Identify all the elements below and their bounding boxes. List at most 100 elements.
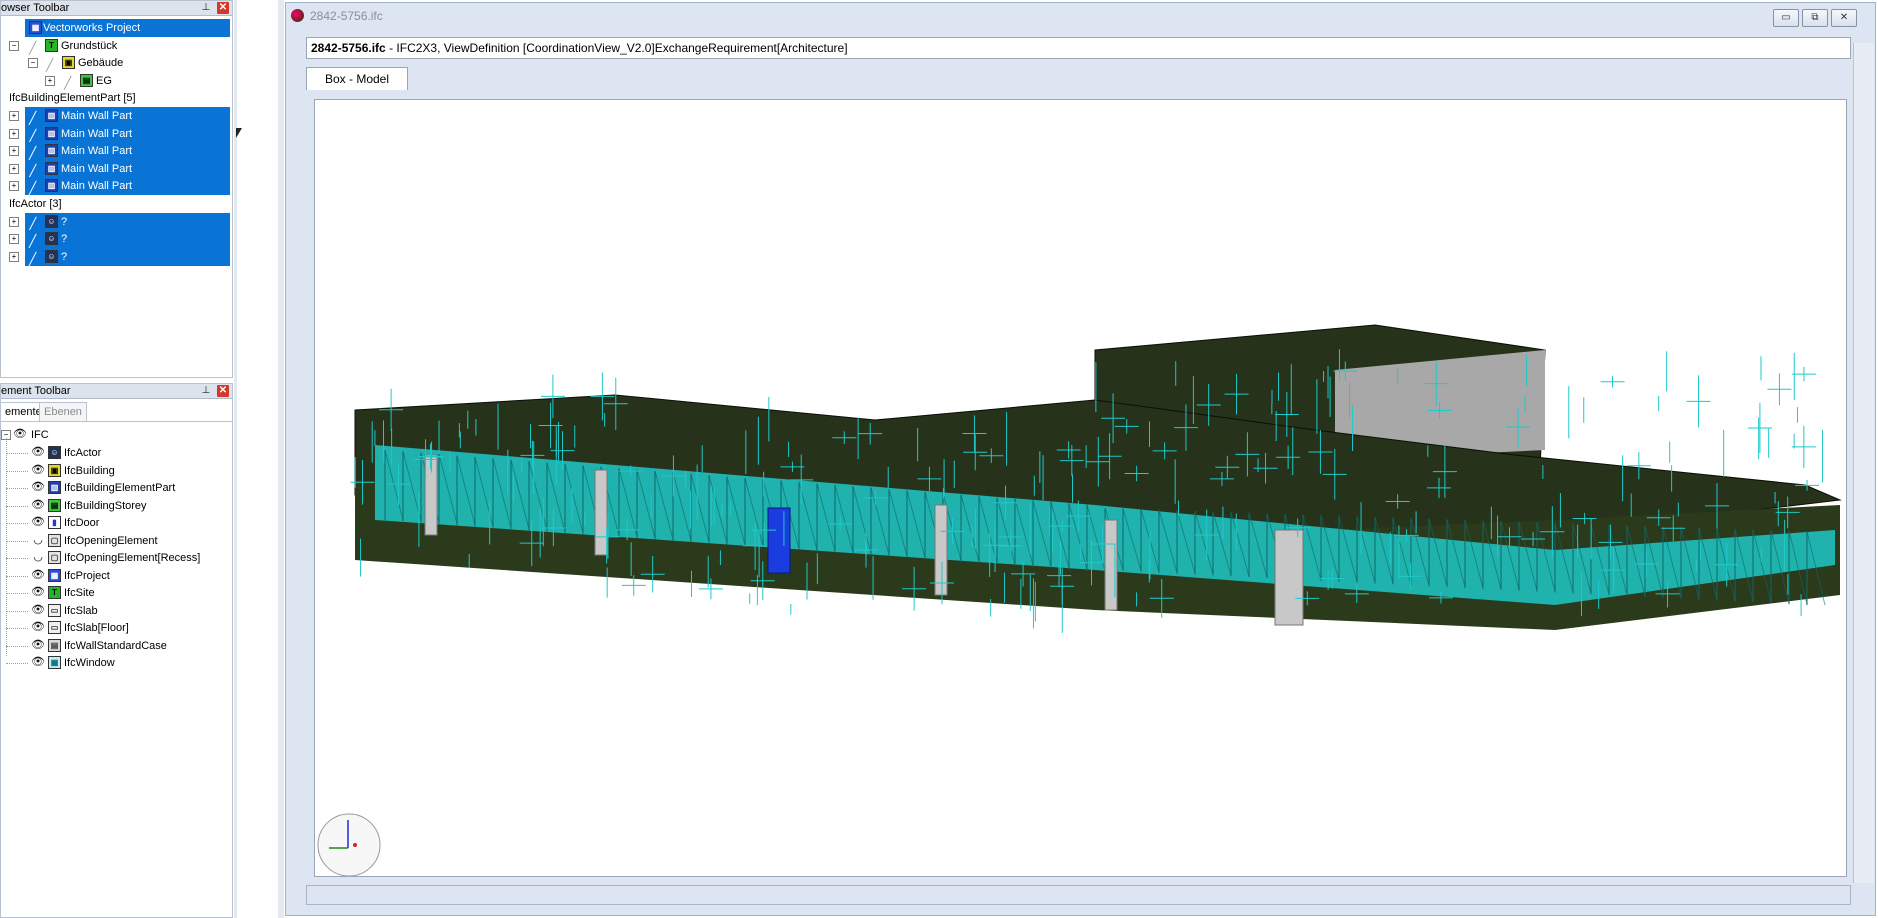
eye-icon[interactable]: 👁 <box>31 639 45 651</box>
eye-icon[interactable]: 👁 <box>31 569 45 581</box>
eye-icon[interactable]: 👁 <box>31 604 45 616</box>
eye-icon[interactable]: 👁 <box>31 481 45 493</box>
browser-tree-label: Main Wall Part <box>61 110 133 122</box>
entrance-door <box>767 507 791 574</box>
eye-icon[interactable]: 👁 <box>31 446 45 458</box>
expand-icon[interactable]: + <box>45 75 55 86</box>
storey-icon: ▤ <box>48 498 61 512</box>
minimize-button[interactable]: ▭ <box>1773 9 1799 27</box>
element-tree-label: IfcWindow <box>64 657 115 669</box>
eye-icon[interactable]: 👁 <box>31 621 45 633</box>
tree-guide <box>6 610 28 612</box>
close-button[interactable]: ✕ <box>1831 9 1857 27</box>
pin-icon[interactable]: ⊥ <box>200 384 212 398</box>
tree-guide <box>6 523 28 524</box>
actor-icon: ☺ <box>45 249 58 263</box>
project-icon: ▦ <box>48 568 61 582</box>
browser-tree-row[interactable]: + ╱ ☺? <box>1 247 232 268</box>
expand-icon[interactable]: + <box>9 111 19 121</box>
browser-panel-titlebar[interactable]: owser Toolbar ⊥ ✕ <box>1 1 232 16</box>
browser-tree-row[interactable]: + ╱ ☺? <box>1 212 232 231</box>
expand-icon[interactable]: + <box>9 181 19 192</box>
tree-guide <box>6 488 28 489</box>
tree-guide <box>6 645 28 647</box>
browser-tree-row[interactable]: IfcBuildingElementPart [5] <box>1 89 232 107</box>
expand-icon[interactable]: + <box>9 128 19 139</box>
element-tree-label: IfcSlab <box>64 604 98 617</box>
browser-tree-row[interactable]: − ╱ T Grundstück <box>1 37 232 55</box>
browser-tree-row[interactable]: + ╱ ▥ Main Wall Part <box>1 177 232 196</box>
tree-guide <box>6 628 28 629</box>
view-tab[interactable]: Box - Model <box>306 67 408 90</box>
expand-icon[interactable]: + <box>9 163 19 174</box>
close-icon[interactable]: ✕ <box>217 2 229 14</box>
browser-tree-row[interactable]: + ╱ ▥ Main Wall Part <box>1 159 232 178</box>
eye-icon[interactable]: 👁 <box>31 499 45 511</box>
browser-tree-row[interactable]: + ╱ ▥ Main Wall Part <box>1 107 232 125</box>
element-tree-row[interactable]: 👁 ▦ IfcProject <box>1 567 232 585</box>
element-tree-row[interactable]: 👁 T IfcSite <box>1 584 232 602</box>
restore-button[interactable]: ⧉ <box>1802 9 1828 27</box>
3d-viewport[interactable] <box>314 99 1847 877</box>
storey-icon: ▤ <box>80 73 93 87</box>
element-tree-label: IfcSite <box>64 587 95 599</box>
eye-icon[interactable]: 👁 <box>31 656 45 668</box>
element-part-icon: ▥ <box>45 179 58 193</box>
element-part-icon: ▥ <box>48 481 61 494</box>
close-icon[interactable]: ✕ <box>217 385 229 397</box>
element-tree-row[interactable]: ◡ ▢ IfcOpeningElement <box>1 532 232 550</box>
element-tree-row[interactable]: 👁 ▮ IfcDoor <box>1 514 232 532</box>
element-tree: − 👁 IFC 👁 ☺ IfcActor 👁 ▣ IfcBuilding 👁 ▥ IfcBuildin… <box>1 426 232 916</box>
info-filename: 2842-5756.ifc <box>311 41 386 55</box>
door-icon: ▮ <box>48 516 61 529</box>
collapse-icon[interactable]: − <box>28 58 38 69</box>
expand-icon[interactable]: + <box>9 216 19 227</box>
eye-closed-icon[interactable]: ◡ <box>31 534 45 546</box>
building-model[interactable] <box>315 100 1847 877</box>
tree-guide <box>6 575 28 577</box>
element-tree-row[interactable]: 👁 ▣ IfcBuilding <box>1 462 232 480</box>
element-tree-row[interactable]: 👁 ▤ IfcBuildingStorey <box>1 497 232 515</box>
pin-icon[interactable]: ⊥ <box>200 1 212 15</box>
element-tree-row[interactable]: 👁 ▤ IfcWallStandardCase <box>1 637 232 655</box>
element-tree-row[interactable]: 👁 ▭ IfcSlab <box>1 602 232 620</box>
orientation-gizmo[interactable] <box>317 813 381 876</box>
browser-tree-row[interactable]: − ╱ ▣ Gebäude <box>1 54 232 72</box>
expand-icon[interactable]: + <box>9 251 19 262</box>
element-tree-row[interactable]: 👁 ▥ IfcBuildingElementPart <box>1 479 232 497</box>
eye-icon[interactable]: 👁 <box>31 516 45 528</box>
browser-tree-label: Main Wall Part <box>61 180 133 193</box>
eye-icon[interactable]: 👁 <box>31 586 45 598</box>
eye-icon[interactable]: 👁 <box>13 428 27 440</box>
opening-icon: ▢ <box>48 551 61 564</box>
browser-tree: ╱ ▦ Vectorworks Project − ╱ T Grundstück − ╱ ▣ Geb… <box>1 19 232 375</box>
element-panel-titlebar[interactable]: ement Toolbar ⊥ ✕ <box>1 384 232 399</box>
tree-guide <box>6 540 28 542</box>
browser-tree-row[interactable]: + ╱ ▥ Main Wall Part <box>1 124 232 143</box>
tab-ebenen[interactable]: Ebenen <box>39 402 87 421</box>
actor-icon: ☺ <box>48 446 61 459</box>
edit-icon[interactable]: ╱ <box>29 250 36 268</box>
element-tree-row[interactable]: ◡ ▢ IfcOpeningElement[Recess] <box>1 549 232 567</box>
browser-tree-row[interactable]: + ╱ ☺? <box>1 230 232 249</box>
browser-tree-row[interactable]: + ╱ ▥ Main Wall Part <box>1 142 232 161</box>
browser-tree-label: IfcBuildingElementPart [5] <box>9 92 136 105</box>
expand-icon[interactable]: + <box>9 146 19 157</box>
app-logo-icon <box>291 9 304 22</box>
collapse-icon[interactable]: − <box>9 40 19 51</box>
expand-icon[interactable]: + <box>9 234 19 245</box>
eye-closed-icon[interactable]: ◡ <box>31 551 45 563</box>
browser-tree-row[interactable]: + ╱ ▤ EG <box>1 72 232 90</box>
browser-tree-label: Grundstück <box>61 39 118 52</box>
document-window: 2842-5756.ifc ▭ ⧉ ✕ 2842-5756.ifc - IFC2… <box>285 2 1876 916</box>
element-tree-row[interactable]: 👁 ☺ IfcActor <box>1 444 232 462</box>
tree-guide <box>6 558 28 559</box>
browser-tree-row[interactable]: IfcActor [3] <box>1 195 232 213</box>
tree-guide <box>6 505 28 507</box>
element-tree-row[interactable]: 👁 ▦ IfcWindow <box>1 654 232 672</box>
browser-panel: owser Toolbar ⊥ ✕ ╱ ▦ Vectorworks Project −… <box>0 0 233 378</box>
eye-icon[interactable]: 👁 <box>31 464 45 476</box>
vertical-scrollbar[interactable] <box>1853 43 1874 883</box>
browser-tree-row[interactable]: ╱ ▦ Vectorworks Project <box>1 19 232 37</box>
element-tree-row[interactable]: 👁 ▭ IfcSlab[Floor] <box>1 619 232 637</box>
